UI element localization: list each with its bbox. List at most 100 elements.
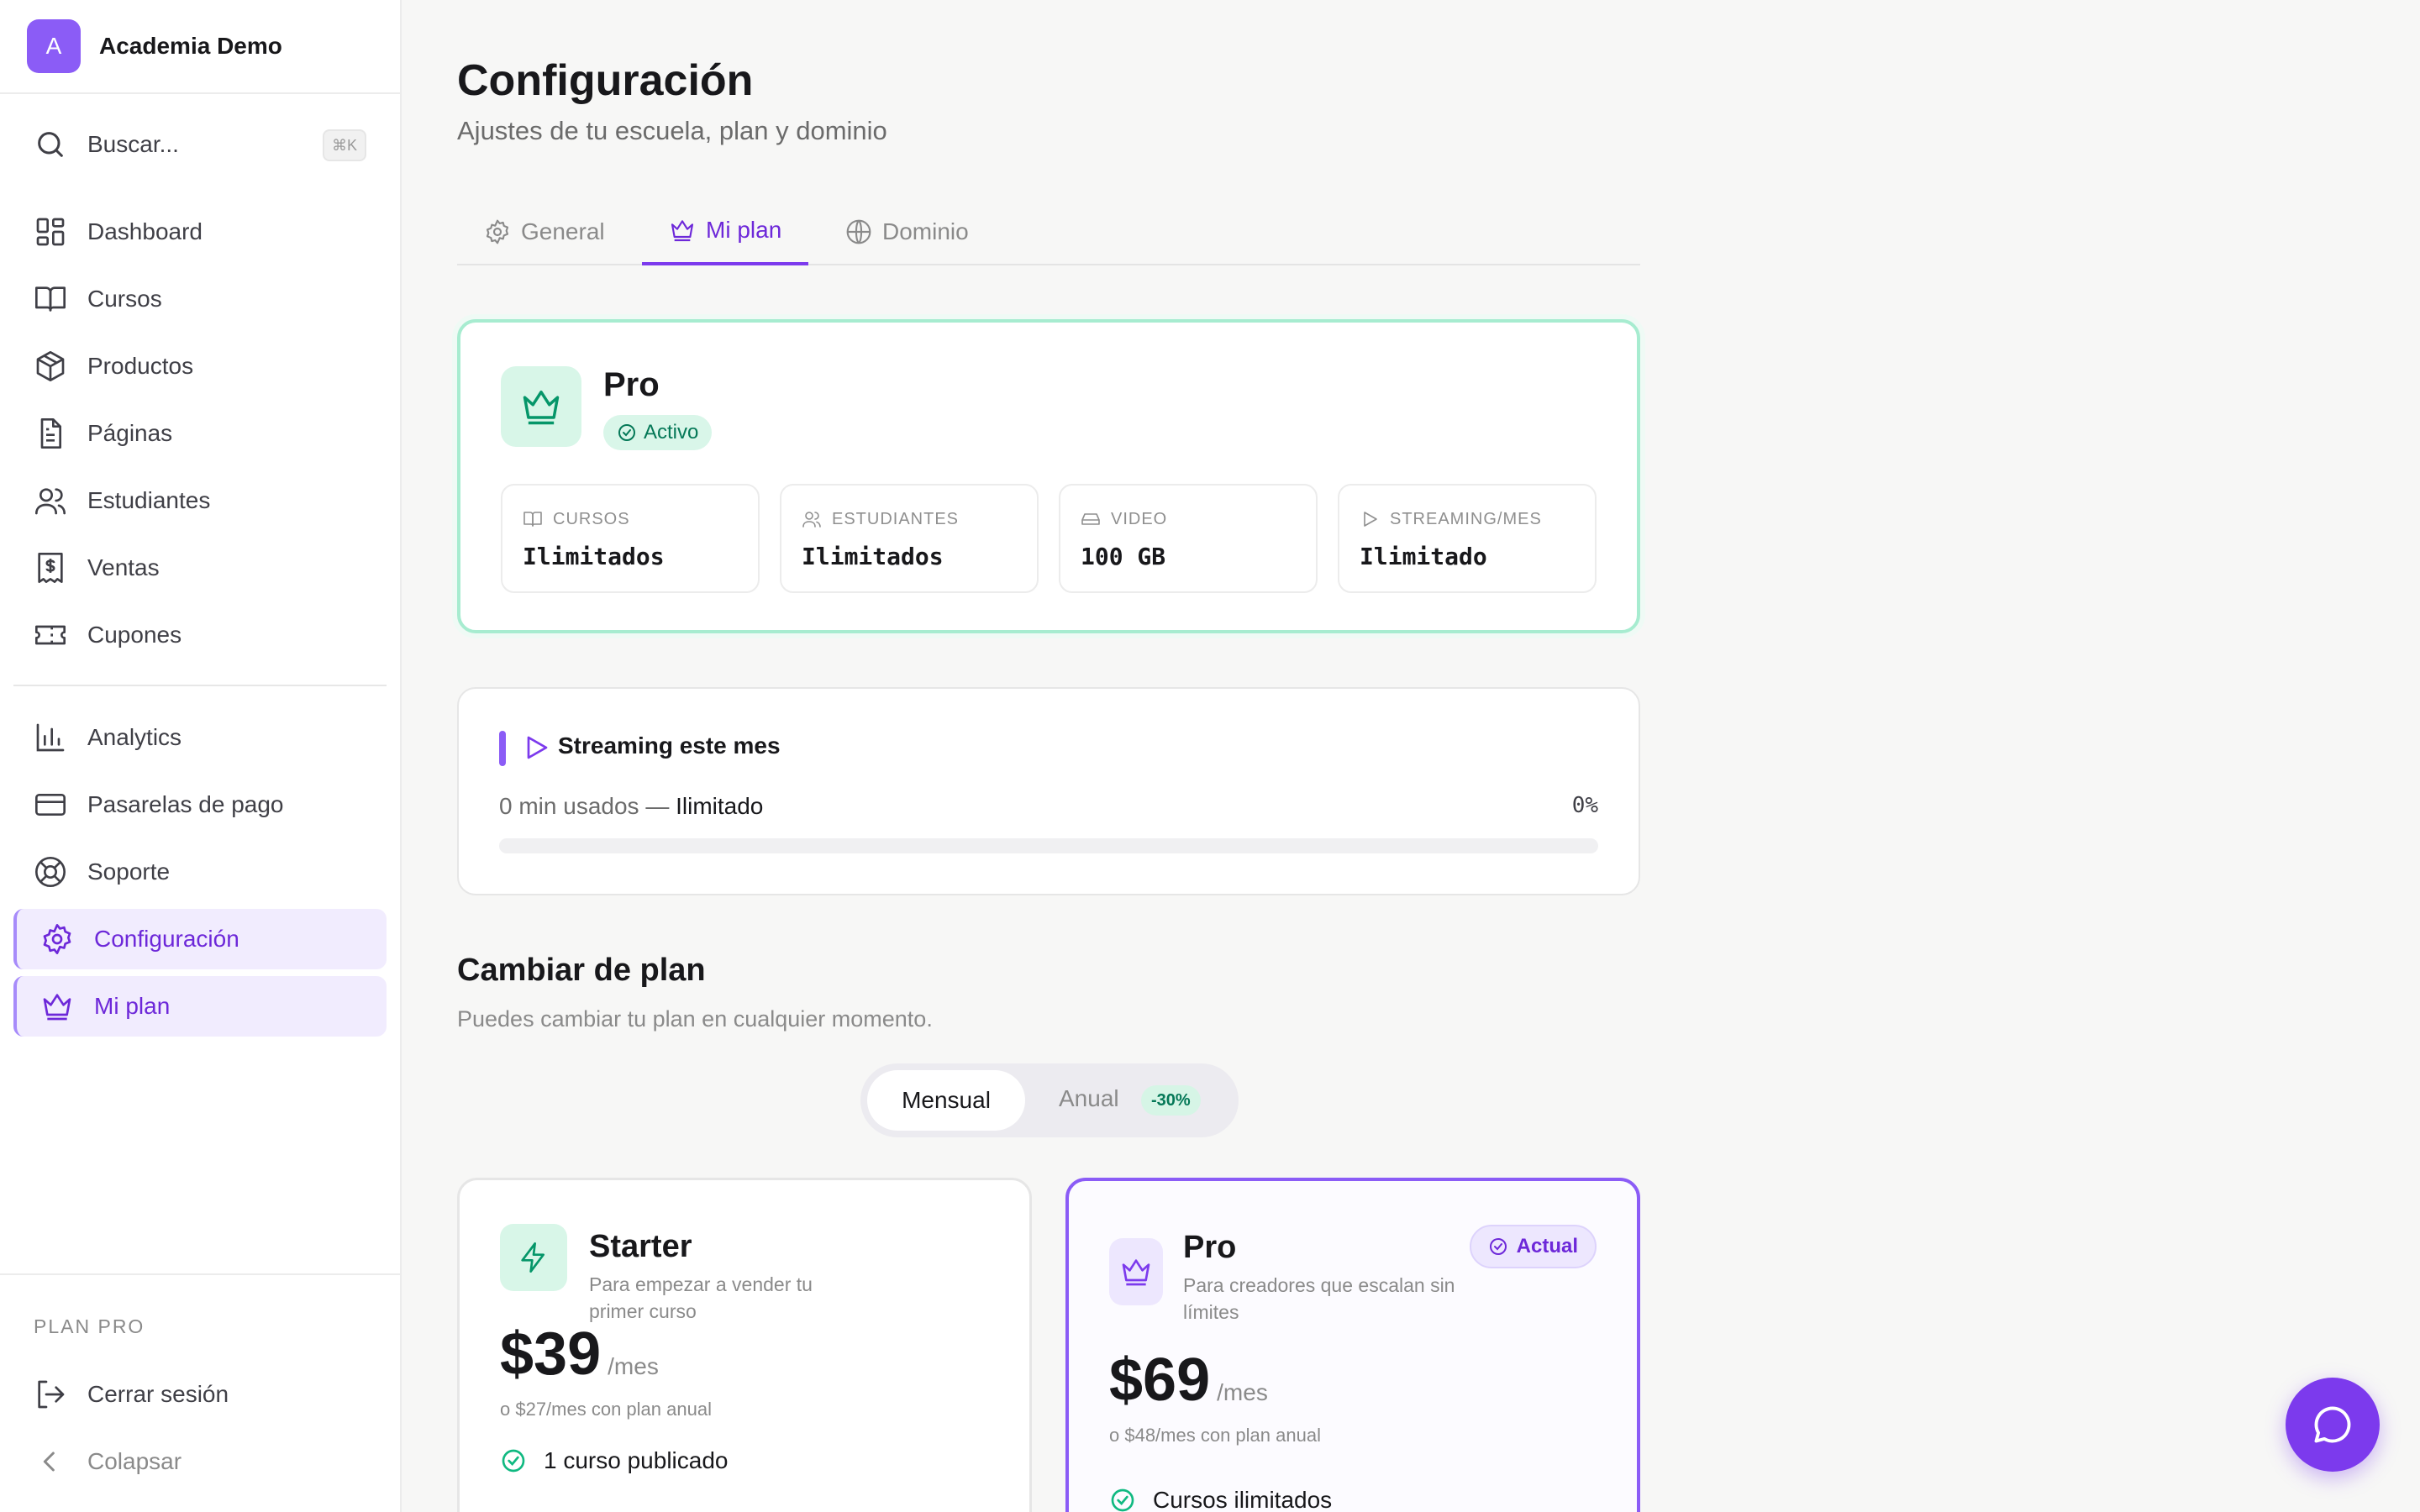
crown-icon bbox=[671, 220, 694, 242]
book-icon bbox=[523, 512, 542, 527]
sidebar-nav-primary: Dashboard Cursos Productos Páginas Estud… bbox=[13, 202, 387, 672]
stat-label: VIDEO bbox=[1081, 509, 1167, 529]
stat-card-streaming: STREAMING/MES Ilimitado bbox=[1338, 484, 1597, 593]
sidebar-footer-divider bbox=[0, 1273, 400, 1275]
current-plan-name: Pro bbox=[603, 366, 660, 403]
chat-icon bbox=[2314, 1406, 2351, 1443]
streaming-usage: 0 min usados — Ilimitado bbox=[499, 793, 763, 820]
plan-description: Para empezar a vender tu primer curso bbox=[589, 1273, 813, 1322]
page-title: Configuración bbox=[457, 56, 754, 105]
sidebar-divider bbox=[13, 685, 387, 686]
plan-icon-box bbox=[1109, 1238, 1163, 1305]
streaming-limit: Ilimitado bbox=[676, 793, 764, 819]
sidebar-item-productos[interactable]: Productos bbox=[13, 336, 387, 396]
sidebar-item-configuracion[interactable]: Configuración bbox=[13, 909, 387, 969]
search-label: Buscar... bbox=[87, 131, 179, 157]
lightning-icon bbox=[521, 1242, 544, 1273]
plan-feature-label: 1 curso publicado bbox=[544, 1447, 729, 1473]
stat-label-text: STREAMING/MES bbox=[1390, 509, 1542, 528]
drive-icon bbox=[1081, 513, 1100, 525]
ticket-icon bbox=[35, 625, 66, 645]
logout-button[interactable]: Cerrar sesión bbox=[13, 1364, 387, 1425]
book-icon bbox=[35, 286, 66, 312]
accent-bar bbox=[499, 731, 506, 766]
current-plan-card: Pro Activo CURSOS Ilimitados ESTUDIANTES… bbox=[457, 319, 1640, 633]
chat-button[interactable] bbox=[2286, 1378, 2380, 1472]
collapse-button[interactable]: Colapsar bbox=[13, 1431, 387, 1492]
stat-card-video: VIDEO 100 GB bbox=[1059, 484, 1318, 593]
streaming-used: 0 min usados — bbox=[499, 793, 670, 819]
plan-feature-label: Cursos ilimitados bbox=[1153, 1487, 1333, 1512]
sidebar-item-cursos[interactable]: Cursos bbox=[13, 269, 387, 329]
plan-card-pro[interactable]: Pro Para creadores que escalan sin límit… bbox=[1065, 1178, 1640, 1512]
plan-price-period: /mes bbox=[1217, 1379, 1268, 1405]
sidebar-item-label: Ventas bbox=[87, 554, 160, 580]
package-icon bbox=[36, 351, 65, 381]
sidebar-item-analytics[interactable]: Analytics bbox=[13, 707, 387, 768]
stat-value: Ilimitados bbox=[523, 543, 665, 570]
plan-price-amount: $39 bbox=[500, 1320, 602, 1388]
sidebar-item-label: Analytics bbox=[87, 724, 182, 750]
search-button[interactable]: Buscar... ⌘K bbox=[34, 118, 366, 171]
streaming-progress-track bbox=[499, 838, 1598, 853]
credit-card-icon bbox=[35, 794, 66, 816]
stat-label-text: CURSOS bbox=[553, 509, 630, 528]
stat-value: 100 GB bbox=[1081, 543, 1166, 570]
stat-label: CURSOS bbox=[523, 509, 630, 529]
plan-card-starter[interactable]: Starter Para empezar a vender tu primer … bbox=[457, 1178, 1032, 1512]
globe-icon bbox=[846, 219, 871, 244]
crown-icon bbox=[1122, 1259, 1150, 1286]
sidebar-item-label: Soporte bbox=[87, 858, 171, 885]
sidebar-item-paginas[interactable]: Páginas bbox=[13, 403, 387, 464]
sidebar: A Academia Demo Buscar... ⌘K Dashboard C… bbox=[0, 0, 402, 1512]
chevron-left-icon bbox=[43, 1452, 55, 1472]
sidebar-footer: Cerrar sesión Colapsar bbox=[13, 1364, 387, 1499]
sidebar-item-label: Cursos bbox=[87, 286, 162, 312]
sidebar-item-label: Configuración bbox=[94, 926, 239, 952]
billing-annual-option[interactable]: Anual bbox=[1059, 1085, 1119, 1112]
brand-name: Academia Demo bbox=[99, 33, 282, 59]
stat-label: STREAMING/MES bbox=[1360, 509, 1542, 529]
sidebar-item-pasarelas[interactable]: Pasarelas de pago bbox=[13, 774, 387, 835]
sidebar-item-label: Mi plan bbox=[94, 993, 171, 1019]
status-label: Activo bbox=[644, 421, 699, 444]
logout-label: Cerrar sesión bbox=[87, 1381, 229, 1407]
sidebar-item-dashboard[interactable]: Dashboard bbox=[13, 202, 387, 262]
billing-monthly-option[interactable]: Mensual bbox=[867, 1070, 1025, 1131]
search-shortcut: ⌘K bbox=[323, 129, 366, 161]
tab-label: General bbox=[521, 218, 605, 244]
sidebar-item-ventas[interactable]: Ventas bbox=[13, 538, 387, 598]
check-circle-icon bbox=[618, 424, 635, 441]
check-circle-icon bbox=[1111, 1488, 1134, 1512]
stat-card-estudiantes: ESTUDIANTES Ilimitados bbox=[780, 484, 1039, 593]
logout-icon bbox=[38, 1380, 65, 1409]
streaming-title: Streaming este mes bbox=[558, 732, 781, 759]
plan-icon-box bbox=[501, 366, 581, 447]
plan-annual-note: o $27/mes con plan anual bbox=[500, 1399, 712, 1420]
status-badge: Activo bbox=[603, 415, 713, 450]
play-icon bbox=[527, 736, 548, 759]
stat-card-cursos: CURSOS Ilimitados bbox=[501, 484, 760, 593]
plan-name: Starter bbox=[589, 1229, 692, 1264]
sidebar-nav-secondary: Analytics Pasarelas de pago Soporte Conf… bbox=[13, 707, 387, 1043]
billing-toggle: Mensual Anual -30% bbox=[860, 1063, 1239, 1137]
receipt-icon bbox=[38, 553, 63, 583]
gear-icon bbox=[43, 924, 71, 954]
sidebar-item-mi-plan[interactable]: Mi plan bbox=[13, 976, 387, 1037]
brand-header[interactable]: A Academia Demo bbox=[0, 0, 400, 94]
current-plan-badge: Actual bbox=[1469, 1225, 1597, 1268]
sidebar-item-estudiantes[interactable]: Estudiantes bbox=[13, 470, 387, 531]
plan-icon-box bbox=[500, 1224, 567, 1291]
plan-price: $39/mes bbox=[500, 1320, 659, 1389]
stat-label: ESTUDIANTES bbox=[802, 509, 959, 529]
plan-caption: PLAN PRO bbox=[34, 1315, 145, 1337]
check-circle-icon bbox=[502, 1449, 525, 1473]
sidebar-item-soporte[interactable]: Soporte bbox=[13, 842, 387, 902]
tab-dominio[interactable]: Dominio bbox=[845, 198, 969, 265]
tab-general[interactable]: General bbox=[484, 198, 605, 265]
sidebar-item-label: Cupones bbox=[87, 622, 182, 648]
tab-label: Dominio bbox=[882, 218, 969, 244]
stat-value: Ilimitado bbox=[1360, 543, 1487, 570]
sidebar-item-cupones[interactable]: Cupones bbox=[13, 605, 387, 665]
tab-mi-plan[interactable]: Mi plan bbox=[642, 198, 809, 265]
